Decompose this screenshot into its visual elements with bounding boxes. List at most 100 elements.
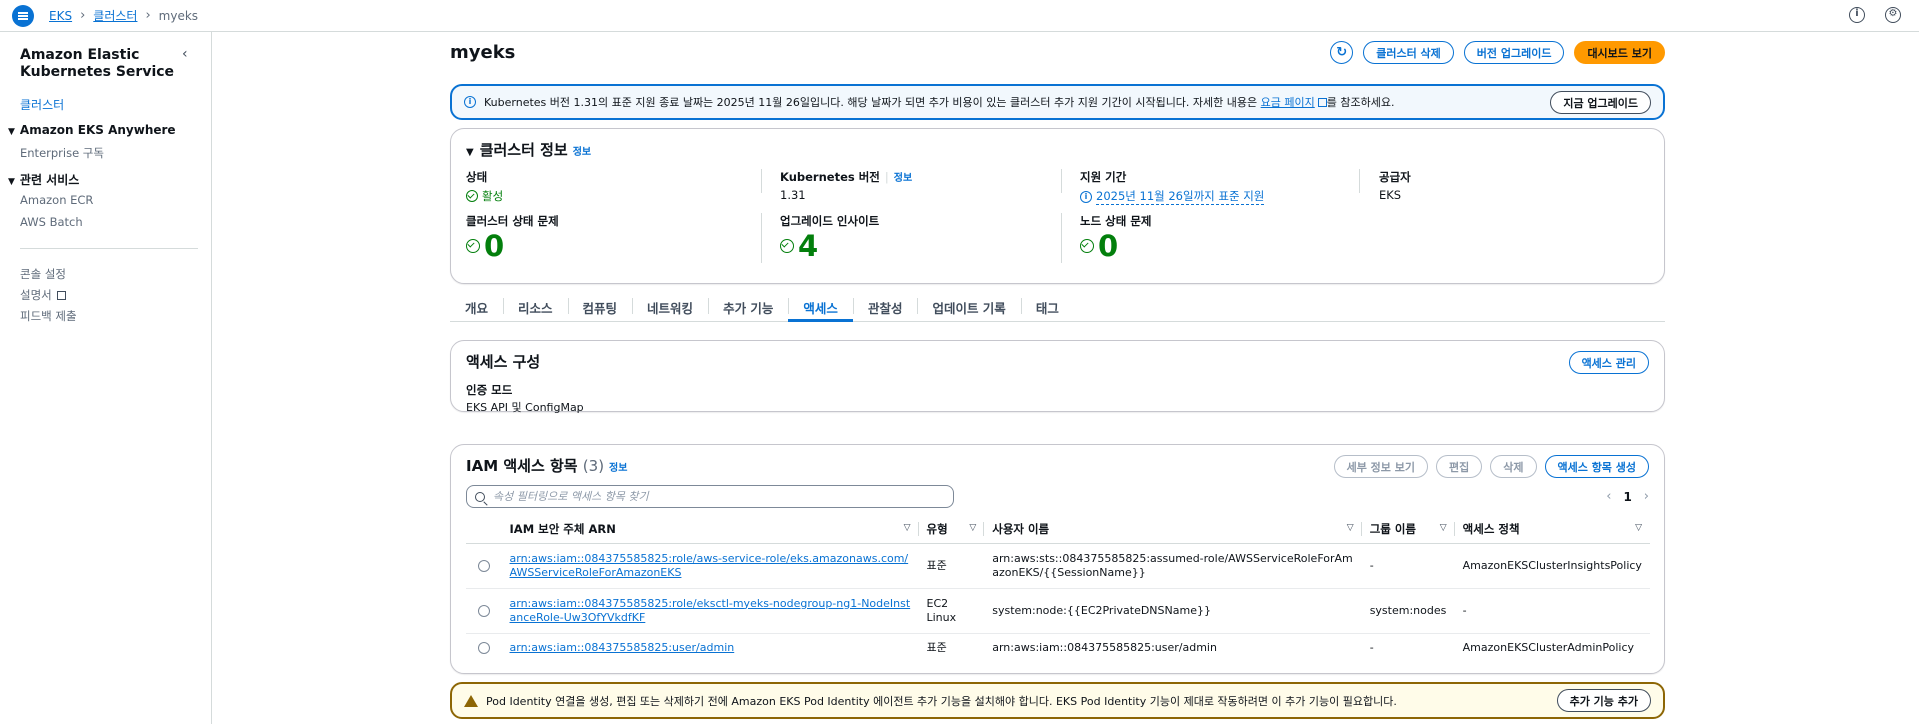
upgrade-version-button[interactable]: 버전 업그레이드: [1463, 41, 1565, 64]
sidebar-item-docs[interactable]: 설명서: [20, 287, 66, 303]
search-field[interactable]: [466, 485, 954, 508]
version-support-alert: i Kubernetes 버전 1.31의 표준 지원 종료 날짜는 2025년…: [450, 84, 1665, 120]
settings-icon[interactable]: ⚙: [1885, 7, 1901, 23]
collapse-nav-icon[interactable]: ‹: [182, 46, 188, 62]
page-title: myeks: [450, 42, 516, 63]
search-icon: [475, 491, 485, 502]
tab-overview[interactable]: 개요: [450, 294, 503, 322]
chevron-right-icon[interactable]: ›: [1644, 489, 1649, 504]
refresh-button[interactable]: ↻: [1330, 41, 1354, 64]
tab-compute[interactable]: 컴퓨팅: [567, 294, 633, 322]
cluster-tabs: 개요 리소스 컴퓨팅 네트워킹 추가 기능 액세스 관찰성 업데이트 기록 태그: [450, 294, 1665, 322]
policy-cell: AmazonEKSClusterInsightsPolicy: [1454, 543, 1650, 589]
tab-networking[interactable]: 네트워킹: [632, 294, 708, 322]
sidebar-section-related[interactable]: ▼ 관련 서비스: [8, 171, 79, 188]
edit-button[interactable]: 편집: [1436, 455, 1483, 478]
column-type[interactable]: 유형 ▽: [918, 515, 985, 544]
type-cell: EC2 Linux: [918, 588, 985, 634]
upgrade-now-button[interactable]: 지금 업그레이드: [1550, 91, 1651, 114]
arn-link[interactable]: arn:aws:iam::084375585825:role/aws-servi…: [510, 552, 909, 579]
tab-addons[interactable]: 추가 기능: [708, 294, 788, 322]
breadcrumb-clusters[interactable]: 클러스터: [93, 7, 137, 24]
cluster-health-value[interactable]: 0: [484, 231, 504, 261]
menu-icon[interactable]: [12, 4, 34, 27]
upgrade-insights-value[interactable]: 4: [798, 231, 818, 261]
check-circle-icon: [466, 190, 478, 202]
view-details-button[interactable]: 세부 정보 보기: [1333, 455, 1428, 478]
sidebar-item-batch[interactable]: AWS Batch: [20, 215, 83, 229]
access-config-title: 액세스 구성: [466, 353, 541, 371]
check-circle-icon: [466, 239, 480, 253]
iam-entries-count: (3): [582, 457, 605, 475]
info-link[interactable]: 정보: [573, 147, 591, 158]
group-cell: -: [1369, 641, 1374, 655]
tab-tags[interactable]: 태그: [1020, 294, 1074, 322]
arn-link[interactable]: arn:aws:iam::084375585825:user/admin: [510, 641, 735, 654]
caret-down-icon: ▼: [466, 147, 474, 158]
username-cell: arn:aws:iam::084375585825:user/admin: [992, 641, 1217, 655]
sidebar-section-eks-anywhere[interactable]: ▼ Amazon EKS Anywhere: [8, 123, 176, 137]
manage-access-button[interactable]: 액세스 관리: [1568, 351, 1649, 374]
table-row[interactable]: arn:aws:iam::084375585825:user/admin 표준 …: [466, 633, 1650, 663]
add-addon-button[interactable]: 추가 기능 추가: [1556, 689, 1651, 712]
row-radio[interactable]: [477, 604, 490, 617]
sidebar-item-enterprise[interactable]: Enterprise 구독: [20, 145, 104, 161]
sort-caret-icon: ▽: [1346, 523, 1354, 533]
tab-update-history[interactable]: 업데이트 기록: [917, 294, 1020, 322]
policy-cell: AmazonEKSClusterAdminPolicy: [1462, 641, 1634, 655]
sidebar-item-ecr[interactable]: Amazon ECR: [20, 193, 93, 207]
column-group[interactable]: 그룹 이름 ▽: [1361, 515, 1455, 544]
sidebar-item-feedback[interactable]: 피드백 제출: [20, 308, 77, 324]
row-radio[interactable]: [477, 559, 490, 572]
nav-divider: [20, 248, 198, 249]
external-link-icon: [1317, 98, 1327, 107]
provider-value: EKS: [1379, 188, 1402, 202]
caret-down-icon: ▼: [8, 177, 15, 187]
support-period-value[interactable]: 2025년 11월 26일까지 표준 지원: [1096, 188, 1265, 205]
sidebar-item-console-settings[interactable]: 콘솔 설정: [20, 266, 66, 282]
table-header-row: IAM 보안 주체 ARN ▽ 유형 ▽ 사용자 이름 ▽ 그룹 이름 ▽ 액세스 정책…: [466, 515, 1650, 544]
check-circle-icon: [1080, 239, 1094, 253]
sidebar-item-clusters[interactable]: 클러스터: [20, 96, 64, 113]
pricing-link[interactable]: 요금 페이지: [1261, 96, 1315, 109]
provider-field: 공급자 EKS: [1379, 170, 1411, 202]
table-row[interactable]: arn:aws:iam::084375585825:role/eksctl-my…: [466, 588, 1650, 634]
tab-observability[interactable]: 관찰성: [852, 294, 918, 322]
search-input[interactable]: [493, 490, 933, 503]
delete-cluster-button[interactable]: 클러스터 삭제: [1363, 41, 1454, 64]
warning-message: Pod Identity 연결을 생성, 편집 또는 삭제하기 전에 Amazo…: [486, 694, 1397, 708]
table-row[interactable]: arn:aws:iam::084375585825:role/aws-servi…: [466, 543, 1650, 589]
info-icon[interactable]: i: [1849, 7, 1865, 23]
column-policy[interactable]: 액세스 정책 ▽: [1454, 515, 1650, 544]
pod-identity-warning: Pod Identity 연결을 생성, 편집 또는 삭제하기 전에 Amazo…: [450, 682, 1665, 719]
iam-entries-table: IAM 보안 주체 ARN ▽ 유형 ▽ 사용자 이름 ▽ 그룹 이름 ▽ 액세스 정책…: [466, 515, 1650, 663]
tab-resources[interactable]: 리소스: [503, 294, 568, 322]
sort-caret-icon: ▽: [1439, 523, 1447, 533]
warning-icon: [464, 694, 478, 707]
sort-caret-icon: ▽: [969, 523, 977, 533]
delete-button[interactable]: 삭제: [1490, 455, 1537, 478]
caret-down-icon: ▼: [8, 127, 15, 137]
column-arn[interactable]: IAM 보안 주체 ARN ▽: [501, 515, 919, 544]
breadcrumb-eks[interactable]: EKS: [49, 9, 72, 23]
top-navigation-bar: EKS › 클러스터 › myeks i ⚙: [0, 0, 1919, 32]
info-link[interactable]: 정보: [609, 463, 627, 474]
page-number[interactable]: 1: [1623, 490, 1631, 504]
info-link[interactable]: 정보: [894, 173, 912, 184]
chevron-left-icon[interactable]: ‹: [1606, 489, 1611, 504]
create-access-entry-button[interactable]: 액세스 항목 생성: [1544, 455, 1649, 478]
status-field: 상태 활성: [466, 170, 504, 203]
column-username[interactable]: 사용자 이름 ▽: [984, 515, 1363, 544]
arn-link[interactable]: arn:aws:iam::084375585825:role/eksctl-my…: [510, 597, 911, 624]
tab-access[interactable]: 액세스: [788, 294, 853, 322]
auth-mode-value: EKS API 및 ConfigMap: [466, 401, 584, 414]
iam-access-entries-card: IAM 액세스 항목 (3) 정보 세부 정보 보기 편집 삭제 액세스 항목 생…: [450, 444, 1665, 674]
username-cell: arn:aws:sts::084375585825:assumed-role/A…: [984, 543, 1362, 589]
view-dashboard-button[interactable]: 대시보드 보기: [1574, 41, 1665, 64]
cluster-info-header[interactable]: ▼ 클러스터 정보 정보: [466, 139, 591, 160]
row-radio[interactable]: [477, 642, 490, 655]
node-health-value[interactable]: 0: [1098, 231, 1118, 261]
policy-cell: -: [1454, 588, 1650, 634]
iam-entries-title: IAM 액세스 항목 (3) 정보: [466, 457, 628, 475]
type-cell: 표준: [918, 543, 985, 589]
